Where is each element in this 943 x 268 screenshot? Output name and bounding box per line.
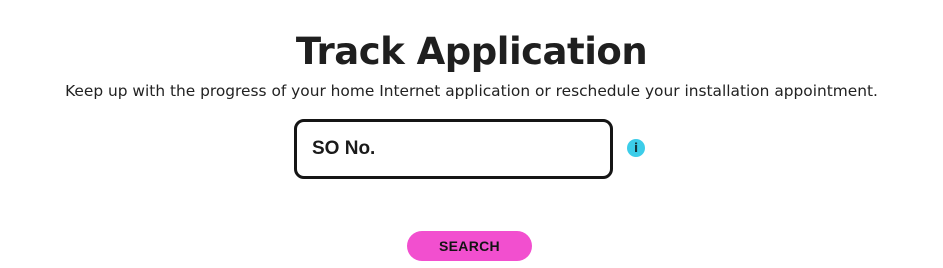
so-number-input[interactable] [297,122,610,176]
page-title: Track Application [295,29,648,73]
info-icon[interactable]: i [627,139,645,157]
so-number-field [294,119,613,179]
page-subtitle: Keep up with the progress of your home I… [65,82,878,101]
search-button[interactable]: SEARCH [407,231,532,261]
